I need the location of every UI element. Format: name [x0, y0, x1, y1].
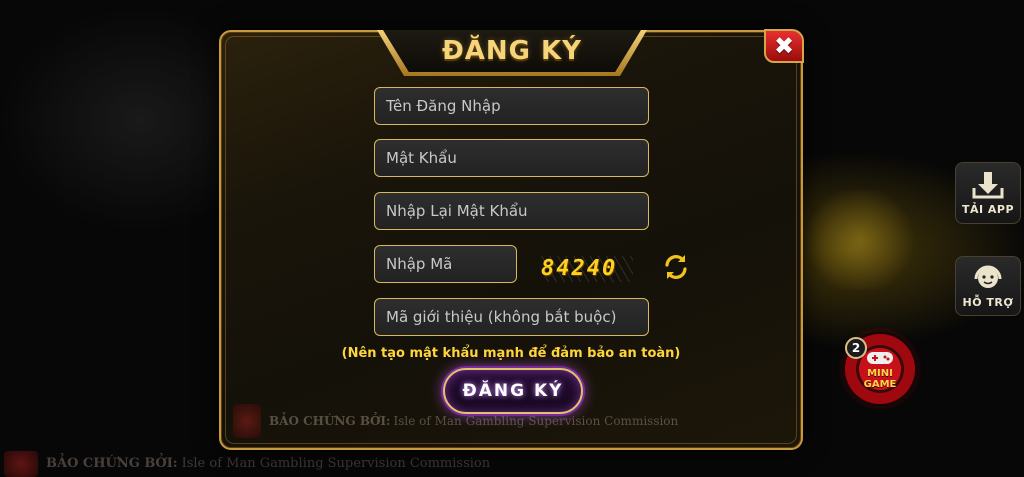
- dialog-guarantee: BẢO CHỨNG BỞI: Isle of Man Gambling Super…: [233, 404, 678, 438]
- support-button[interactable]: HỖ TRỢ: [955, 256, 1021, 316]
- seal-logo: [233, 404, 261, 438]
- password-field: [374, 139, 649, 177]
- title-plate: ĐĂNG KÝ: [383, 30, 641, 72]
- mini-game-badge: 2: [845, 337, 867, 359]
- confirm-password-field: [374, 192, 649, 230]
- download-icon: [972, 172, 1004, 199]
- username-input[interactable]: [375, 88, 648, 124]
- seal-logo: [4, 450, 38, 477]
- username-field: [374, 87, 649, 125]
- captcha-input[interactable]: [375, 246, 516, 282]
- refresh-icon[interactable]: [661, 252, 691, 282]
- password-input[interactable]: [375, 140, 648, 176]
- captcha-image: 84240: [541, 256, 633, 282]
- guarantee-prefix: BẢO CHỨNG BỞI:: [269, 414, 391, 428]
- bg-guarantee-text: Isle of Man Gambling Supervision Commiss…: [181, 456, 491, 471]
- close-icon: ✖: [773, 32, 795, 60]
- dialog-title: ĐĂNG KÝ: [441, 36, 583, 66]
- referral-input[interactable]: [375, 299, 648, 335]
- register-submit-label: ĐĂNG KÝ: [462, 381, 564, 401]
- bg-guarantee-prefix: BẢO CHỨNG BỞI:: [46, 456, 178, 471]
- gamepad-icon: [867, 351, 893, 364]
- download-app-label: TẢI APP: [961, 203, 1015, 216]
- password-hint: (Nên tạo mật khẩu mạnh để đảm bảo an toà…: [341, 346, 681, 361]
- background-flare: [800, 190, 920, 290]
- support-headset-icon: [974, 265, 1002, 288]
- background-guarantee: BẢO CHỨNG BỞI: Isle of Man Gambling Super…: [0, 450, 520, 477]
- download-app-button[interactable]: TẢI APP: [955, 162, 1021, 224]
- close-button[interactable]: ✖: [764, 29, 804, 63]
- register-dialog: ĐĂNG KÝ ✖ 84240 (Nên tạo mật khẩu mạnh đ…: [219, 29, 804, 450]
- captcha-field: [374, 245, 517, 283]
- support-label: HỖ TRỢ: [962, 296, 1014, 309]
- mini-game-line1: MINI: [867, 367, 893, 379]
- referral-field: [374, 298, 649, 336]
- confirm-password-input[interactable]: [375, 193, 648, 229]
- mini-game-line2: GAME: [863, 378, 897, 390]
- guarantee-text: Isle of Man Gambling Supervision Commiss…: [393, 414, 679, 428]
